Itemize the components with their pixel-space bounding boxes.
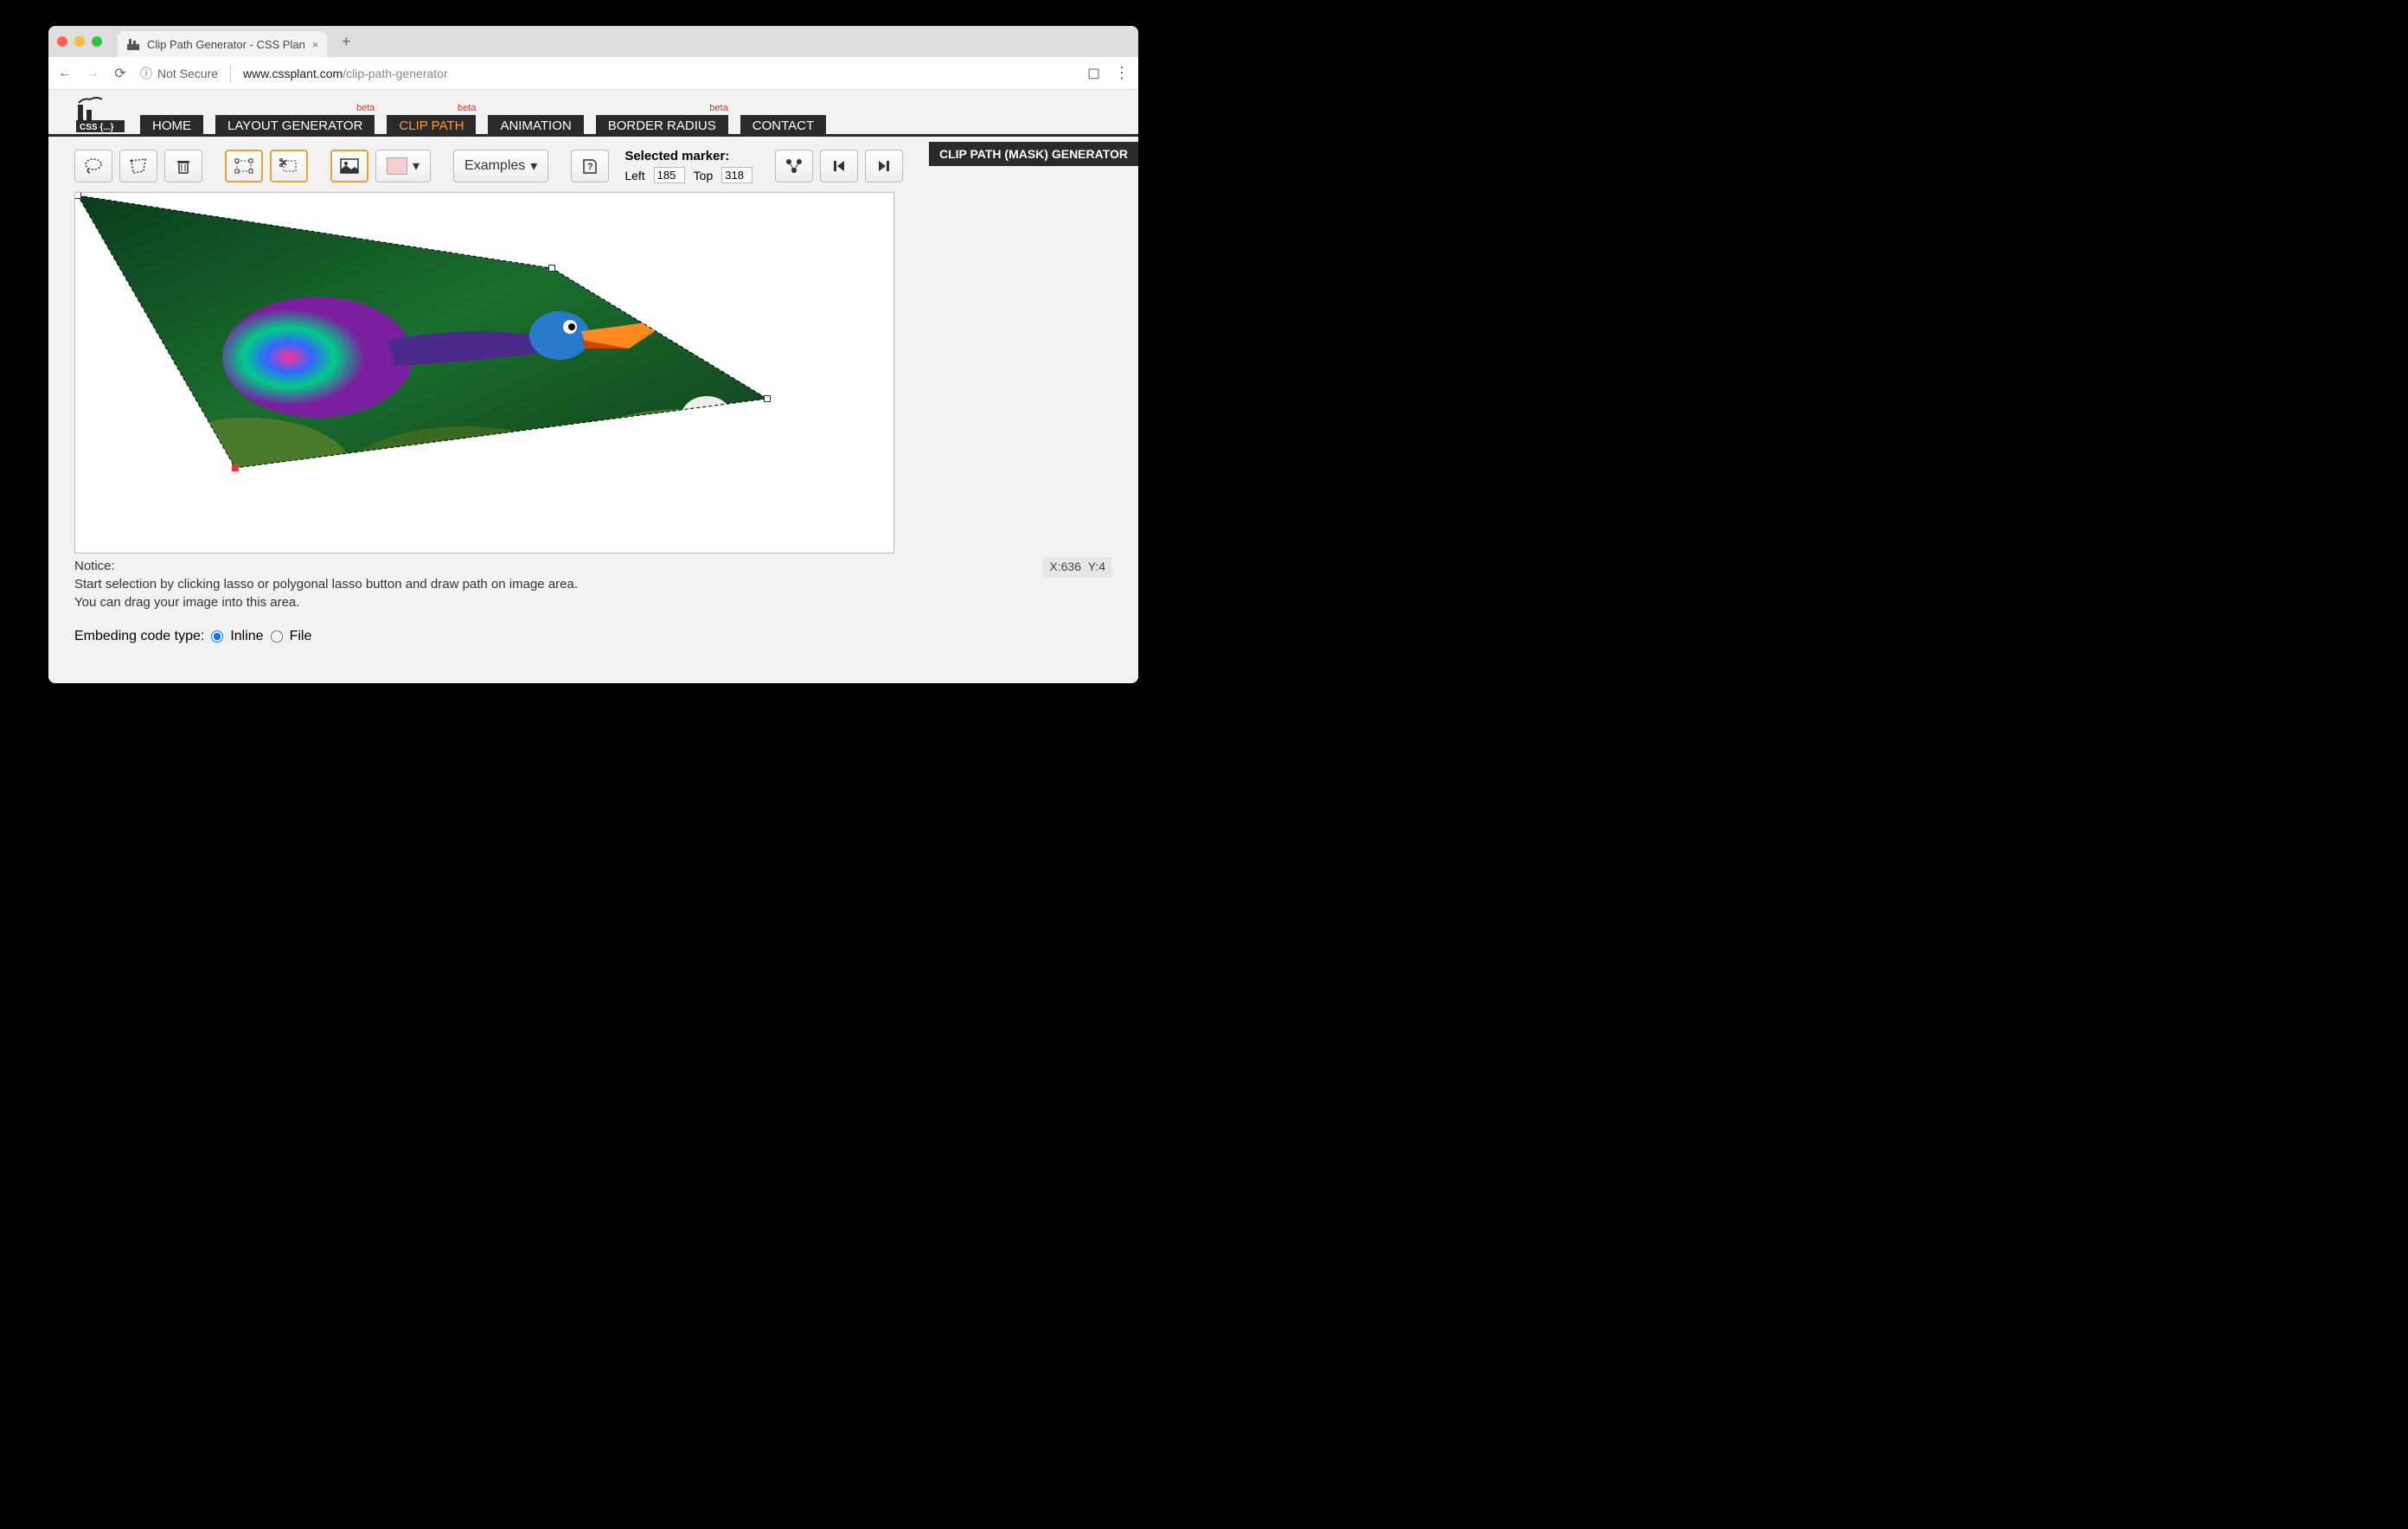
help-button[interactable]: ? (571, 150, 609, 182)
crop-button[interactable] (270, 150, 308, 182)
svg-text:CSS {...}: CSS {...} (80, 123, 114, 132)
chevron-down-icon: ▾ (530, 157, 537, 175)
back-button[interactable]: ← (57, 66, 73, 81)
menu-icon[interactable]: ⋮ (1114, 64, 1130, 82)
close-tab-icon[interactable]: × (312, 38, 319, 51)
marker-2[interactable] (764, 395, 771, 402)
file-radio[interactable] (271, 630, 283, 643)
chevron-down-icon: ▾ (413, 157, 419, 175)
embed-options: Embeding code type: Inline File (48, 611, 1138, 644)
top-label: Top (694, 169, 714, 182)
browser-window: Clip Path Generator - CSS Plan × + ← → ⟳… (48, 26, 1138, 683)
inline-label: Inline (230, 629, 263, 644)
info-icon: ⓘ (140, 65, 152, 82)
site-logo[interactable]: CSS {...} (74, 94, 126, 134)
file-label: File (290, 629, 312, 644)
security-indicator[interactable]: ⓘ Not Secure (140, 65, 218, 82)
browser-tab[interactable]: Clip Path Generator - CSS Plan × (118, 31, 327, 57)
marker-panel: Selected marker: Left Top (624, 149, 752, 183)
polygonal-lasso-button[interactable] (119, 150, 157, 182)
left-label: Left (624, 169, 644, 182)
nav-border-radius[interactable]: BORDER RADIUSbeta (596, 115, 728, 134)
url-path: /clip-path-generator (343, 67, 447, 80)
tab-title: Clip Path Generator - CSS Plan (147, 38, 305, 51)
url-text[interactable]: www.cssplant.com/clip-path-generator (243, 67, 448, 80)
coord-x: X:636 (1049, 560, 1081, 573)
nav-layout-generator[interactable]: LAYOUT GENERATORbeta (215, 115, 375, 134)
site-header: CSS {...} HOME LAYOUT GENERATORbeta CLIP P… (48, 90, 1138, 137)
marker-0[interactable] (74, 192, 81, 199)
beta-badge: beta (458, 103, 476, 113)
link-nodes-button[interactable] (775, 150, 813, 182)
url-host: www.cssplant.com (243, 67, 343, 80)
favicon-icon (126, 37, 140, 51)
close-window-button[interactable] (57, 36, 67, 47)
left-input[interactable] (654, 167, 685, 183)
embed-label: Embeding code type: (74, 629, 204, 644)
marker-title: Selected marker: (624, 149, 752, 163)
clipped-image (75, 193, 894, 553)
color-swatch (387, 157, 407, 175)
page-badge: CLIP PATH (MASK) GENERATOR (929, 142, 1138, 166)
nav-contact[interactable]: CONTACT (740, 115, 826, 134)
nav-home[interactable]: HOME (140, 115, 203, 134)
inline-radio[interactable] (211, 630, 223, 643)
not-secure-label: Not Secure (157, 67, 218, 80)
titlebar: Clip Path Generator - CSS Plan × + (48, 26, 1138, 57)
new-tab-button[interactable]: + (334, 33, 358, 51)
lasso-tool-button[interactable] (74, 150, 112, 182)
marker-3[interactable] (232, 464, 239, 471)
delete-button[interactable] (164, 150, 202, 182)
beta-badge: beta (709, 103, 727, 113)
cursor-coords: X:636 Y:4 (1042, 557, 1112, 578)
url-bar: ← → ⟳ ⓘ Not Secure www.cssplant.com/clip… (48, 57, 1138, 90)
zoom-window-button[interactable] (92, 36, 102, 47)
minimize-window-button[interactable] (74, 36, 85, 47)
notice-line1: Start selection by clicking lasso or pol… (74, 575, 1042, 593)
svg-text:?: ? (587, 162, 593, 172)
nav-clip-path[interactable]: CLIP PATHbeta (387, 115, 476, 134)
examples-dropdown[interactable]: Examples ▾ (453, 150, 548, 182)
notice-area: Notice: Start selection by clicking lass… (48, 553, 1138, 611)
reload-button[interactable]: ⟳ (112, 65, 128, 82)
marker-1[interactable] (548, 265, 555, 272)
canvas[interactable] (74, 192, 894, 553)
next-button[interactable] (865, 150, 903, 182)
profile-icon[interactable]: ◻︎ (1087, 64, 1100, 82)
prev-button[interactable] (820, 150, 858, 182)
examples-label: Examples (464, 158, 525, 174)
image-button[interactable] (330, 150, 368, 182)
forward-button[interactable]: → (85, 66, 100, 81)
divider (230, 65, 231, 82)
transform-button[interactable] (225, 150, 263, 182)
beta-badge: beta (356, 103, 375, 113)
color-picker[interactable]: ▾ (375, 150, 431, 182)
coord-y: Y:4 (1088, 560, 1105, 573)
main-nav: HOME LAYOUT GENERATORbeta CLIP PATHbeta ANI… (140, 90, 826, 134)
top-input[interactable] (721, 167, 752, 183)
nav-animation[interactable]: ANIMATION (488, 115, 583, 134)
window-controls (57, 36, 102, 47)
page-content: CSS {...} HOME LAYOUT GENERATORbeta CLIP P… (48, 90, 1138, 683)
notice-title: Notice: (74, 557, 1042, 575)
notice-line2: You can drag your image into this area. (74, 593, 1042, 611)
